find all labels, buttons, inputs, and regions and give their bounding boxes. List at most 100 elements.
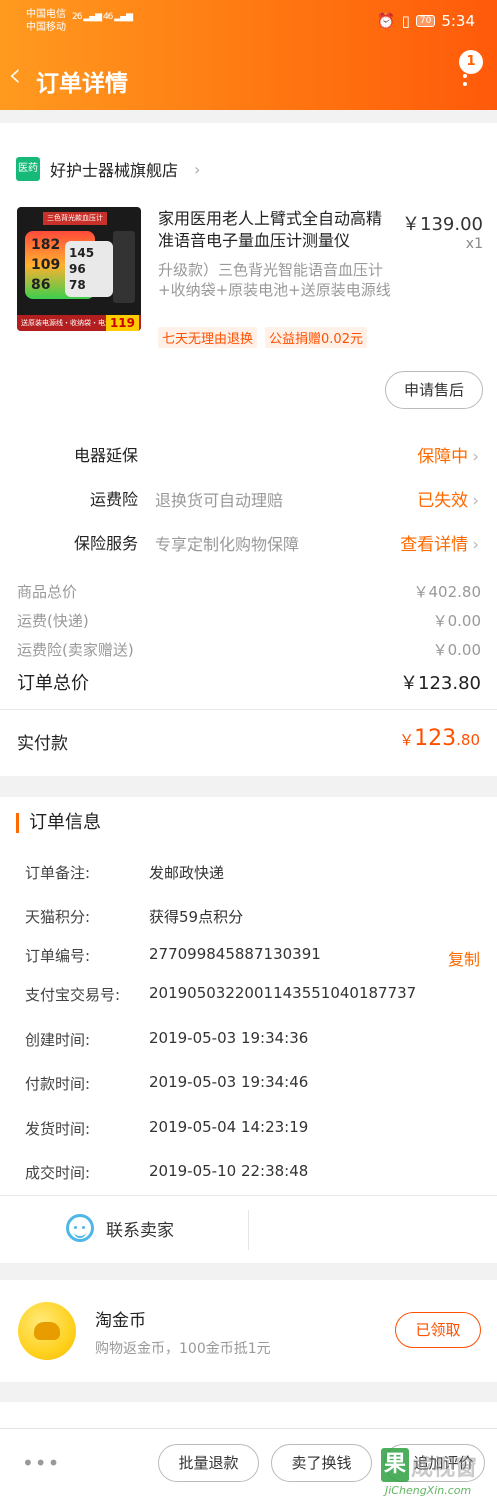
- product-sku: 升级款）三色背光智能语音血压计+收纳袋+原装电池+送原装电源线: [158, 261, 391, 299]
- paid-decimals: .80: [456, 731, 480, 749]
- service-label: 电器延保: [73, 446, 138, 465]
- batch-refund-button[interactable]: 批量退款: [158, 1444, 259, 1482]
- info-key: 天猫积分:: [25, 908, 91, 926]
- product-image[interactable]: 三色背光款血压计 182 109 86 145 96 78 送原装电源线・收纳袋…: [17, 207, 141, 331]
- paid-label: 实付款: [17, 734, 68, 754]
- resell-button[interactable]: 卖了换钱: [271, 1444, 372, 1482]
- chevron-right-icon: ›: [472, 447, 479, 467]
- info-value: 发邮政快递: [149, 864, 225, 882]
- order-total-label: 订单总价: [17, 673, 89, 694]
- order-total-value: ￥123.80: [400, 673, 481, 694]
- smile-chat-icon: [66, 1214, 94, 1242]
- info-row-remark: 订单备注: 发邮政快递: [25, 862, 480, 888]
- carrier-info: 中国电信 中国移动: [26, 8, 66, 34]
- service-status-text: 保障中: [417, 447, 469, 467]
- app-header: 中国电信 中国移动 26 ▂▄▆ 46 ▂▄▆ ⏰ ▯ 70 5:34 ‹ 订单…: [0, 0, 497, 110]
- status-bar: 中国电信 中国移动 26 ▂▄▆ 46 ▂▄▆ ⏰ ▯ 70 5:34: [0, 0, 497, 42]
- service-status: 查看详情 ›: [400, 530, 479, 555]
- page-title: 订单详情: [36, 71, 128, 97]
- service-row-freight-insurance[interactable]: 运费险 退换货可自动理赔 已失效 ›: [0, 482, 497, 512]
- info-row-completed: 成交时间: 2019-05-10 22:38:48: [25, 1162, 480, 1188]
- service-row-warranty[interactable]: 电器延保 保障中 ›: [0, 438, 497, 468]
- alarm-icon: ⏰: [376, 12, 396, 30]
- paid-currency: ￥: [399, 731, 415, 749]
- product-tags: 七天无理由退换 公益捐赠0.02元: [158, 327, 367, 348]
- info-value: 2019-05-03 19:34:46: [149, 1073, 309, 1091]
- price-value: ￥0.00: [432, 641, 481, 659]
- accessory-image: [113, 231, 135, 303]
- info-key: 发货时间:: [25, 1120, 91, 1138]
- more-dot-icon: [463, 82, 467, 86]
- info-key: 创建时间:: [25, 1031, 91, 1049]
- reading: 145: [69, 246, 95, 260]
- notification-badge: 1: [459, 50, 483, 74]
- price-row-goods-total: 商品总价 ￥402.80: [17, 581, 481, 605]
- service-row-insurance[interactable]: 保险服务 专享定制化购物保障 查看详情 ›: [0, 526, 497, 556]
- paid-main: 123: [414, 726, 457, 751]
- back-arrow-icon[interactable]: ‹: [8, 58, 22, 92]
- pharmacy-icon: 医药: [16, 157, 40, 181]
- carrier-1: 中国电信: [26, 9, 66, 20]
- product-quantity: x1: [465, 236, 483, 252]
- info-row-alipay-trade-number: 支付宝交易号: 2019050322001143551040187737: [25, 984, 480, 1010]
- product-price: ￥139.00: [402, 214, 483, 235]
- blank-card: [0, 1402, 497, 1428]
- price-value: ￥0.00: [432, 612, 481, 630]
- contact-seller-button[interactable]: 联系卖家: [66, 1214, 174, 1242]
- price-row-shipping: 运费(快递) ￥0.00: [17, 610, 481, 634]
- info-key: 订单备注:: [25, 864, 91, 882]
- network-2: 46: [102, 12, 114, 22]
- coin-claimed-button[interactable]: 已领取: [395, 1312, 481, 1348]
- reading: 96: [69, 262, 86, 276]
- carrier-2: 中国移动: [26, 22, 66, 33]
- divider: [0, 1195, 497, 1196]
- monitor-screen-2: 145 96 78: [65, 241, 113, 297]
- service-status: 已失效 ›: [417, 486, 479, 511]
- product-title[interactable]: 家用医用老人上臂式全自动高精准语音电子量血压计测量仪: [158, 208, 393, 252]
- shop-link[interactable]: 医药 好护士器械旗舰店 ›: [16, 156, 200, 182]
- service-desc: 专享定制化购物保障: [155, 535, 300, 554]
- copy-button[interactable]: 复制: [448, 946, 480, 970]
- info-key: 订单编号:: [25, 947, 91, 965]
- paid-amount: ￥123.80: [399, 726, 480, 751]
- clock: 5:34: [441, 12, 475, 30]
- info-row-created: 创建时间: 2019-05-03 19:34:36: [25, 1029, 480, 1055]
- info-row-shipped: 发货时间: 2019-05-04 14:23:19: [25, 1118, 480, 1144]
- price-value: ￥402.80: [413, 583, 482, 601]
- network-1: 26: [72, 12, 83, 22]
- service-status: 保障中 ›: [417, 442, 479, 467]
- order-info-title: 订单信息: [16, 813, 101, 833]
- info-row-points: 天猫积分: 获得59点积分: [25, 906, 480, 932]
- battery-icon: 70: [415, 15, 436, 27]
- divider: [0, 709, 497, 710]
- info-value: 获得59点积分: [149, 908, 244, 926]
- site-watermark: 果 成视窗 JiChengXin.com: [381, 1448, 493, 1498]
- info-row-order-number: 订单编号: 277099845887130391: [25, 945, 480, 971]
- tag-return-policy: 七天无理由退换: [158, 327, 258, 348]
- info-value: 2019-05-04 14:23:19: [149, 1118, 309, 1136]
- price-label: 运费险(卖家赠送): [17, 641, 134, 659]
- watermark-logo: 果: [381, 1448, 409, 1482]
- price-row-freight-insurance: 运费险(卖家赠送) ￥0.00: [17, 639, 481, 663]
- tag-charity: 公益捐赠0.02元: [265, 327, 367, 348]
- nav-bar: ‹ 订单详情 1: [0, 50, 497, 102]
- shop-name: 好护士器械旗舰店: [50, 161, 179, 180]
- more-dot-icon: [463, 74, 467, 78]
- status-right: ⏰ ▯ 70 5:34: [377, 12, 475, 30]
- contact-seller-label: 联系卖家: [106, 1220, 174, 1241]
- chevron-right-icon: ›: [194, 159, 201, 179]
- info-value: 277099845887130391: [149, 945, 321, 963]
- chevron-right-icon: ›: [472, 535, 479, 555]
- info-key: 支付宝交易号:: [25, 986, 121, 1004]
- service-desc: 退换货可自动理赔: [155, 491, 284, 510]
- signal-icon: 26 ▂▄▆ 46 ▂▄▆: [72, 12, 133, 22]
- order-total-row: 订单总价 ￥123.80: [17, 669, 481, 694]
- more-options-icon[interactable]: •••: [22, 1451, 60, 1475]
- service-status-text: 查看详情: [400, 535, 469, 555]
- service-label: 保险服务: [73, 534, 138, 553]
- price-label: 商品总价: [17, 583, 78, 601]
- after-sale-button[interactable]: 申请售后: [385, 371, 483, 409]
- image-price-tag: 119: [105, 315, 139, 331]
- watermark-url: JiChengXin.com: [385, 1484, 472, 1497]
- coin-title: 淘金币: [95, 1311, 146, 1331]
